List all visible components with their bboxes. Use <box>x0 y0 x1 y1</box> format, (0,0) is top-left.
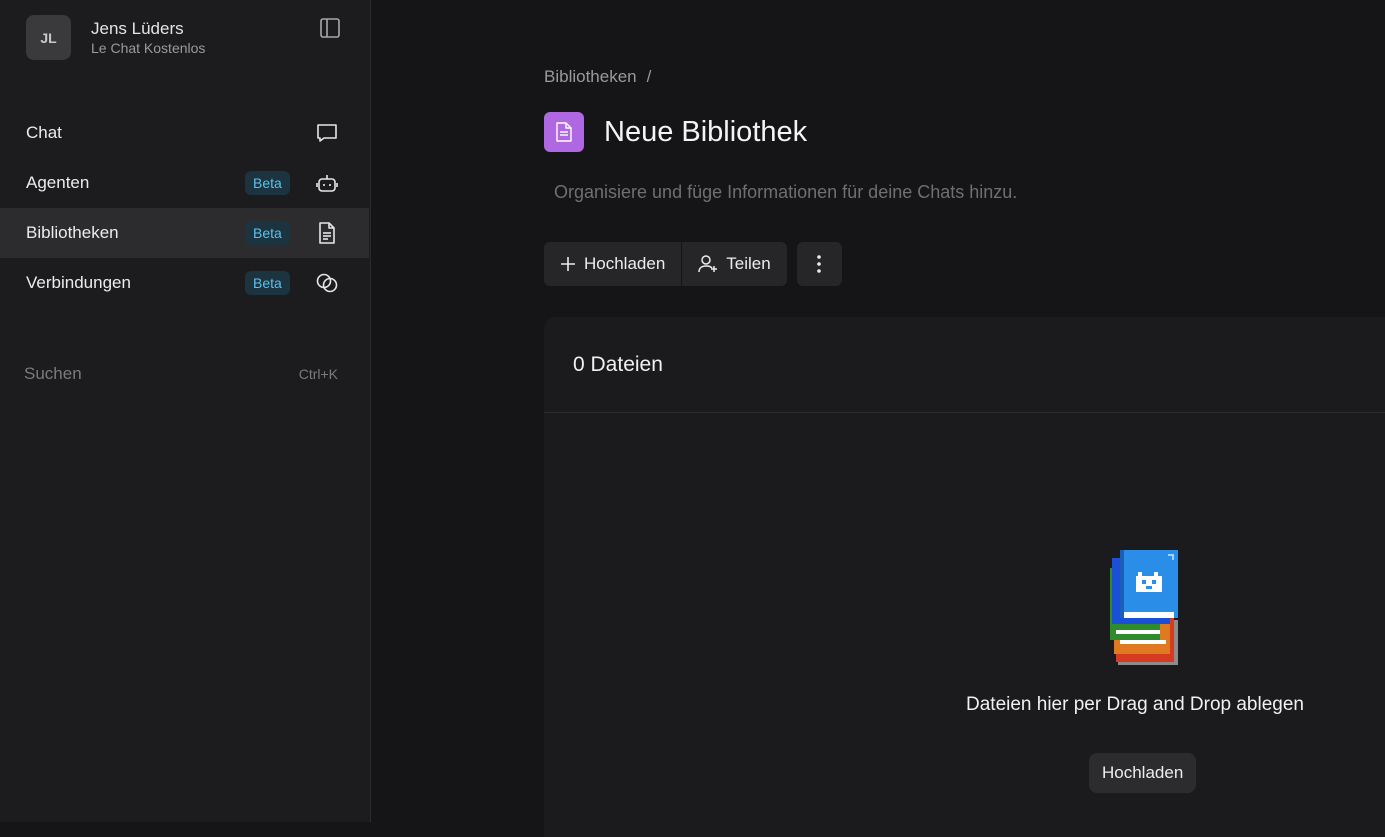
more-vertical-icon <box>817 255 822 273</box>
action-button-group: Hochladen Teilen <box>544 242 787 286</box>
breadcrumb-link[interactable]: Bibliotheken <box>544 67 637 86</box>
avatar[interactable]: JL <box>26 15 71 60</box>
sidebar-item-bibliotheken[interactable]: Bibliotheken Beta <box>0 208 369 258</box>
books-illustration-icon <box>1110 550 1182 670</box>
more-options-button[interactable] <box>796 242 842 286</box>
title-row: Neue Bibliothek <box>544 112 807 152</box>
drop-zone[interactable]: Dateien hier per Drag and Drop ablegen H… <box>544 412 1385 832</box>
sidebar-nav: Chat Agenten Beta Bibliotheken Beta Verb… <box>0 108 369 308</box>
plus-icon <box>561 257 575 271</box>
search-button[interactable]: Suchen Ctrl+K <box>24 362 338 386</box>
page-title[interactable]: Neue Bibliothek <box>604 116 807 149</box>
sidebar-item-label: Chat <box>26 123 62 142</box>
upload-button[interactable]: Hochladen <box>544 242 681 286</box>
search-shortcut: Ctrl+K <box>298 366 338 382</box>
sidebar-item-verbindungen[interactable]: Verbindungen Beta <box>0 258 369 308</box>
user-plan: Le Chat Kostenlos <box>91 39 206 56</box>
user-info: Jens Lüders Le Chat Kostenlos <box>91 19 205 57</box>
add-user-icon <box>698 255 718 273</box>
breadcrumb: Bibliotheken / <box>544 67 651 87</box>
user-name: Jens Lüders <box>91 18 184 38</box>
sidebar-item-agenten[interactable]: Agenten Beta <box>0 158 369 208</box>
sidebar-item-label: Bibliotheken <box>26 223 119 242</box>
share-button-label: Teilen <box>726 254 771 273</box>
sidebar-toggle-icon[interactable] <box>318 16 342 40</box>
upload-button-label: Hochladen <box>584 254 666 273</box>
share-button[interactable]: Teilen <box>681 242 786 286</box>
drop-zone-text: Dateien hier per Drag and Drop ablegen <box>966 694 1304 715</box>
drop-zone-upload-button[interactable]: Hochladen <box>1089 753 1197 793</box>
robot-icon <box>315 171 339 195</box>
page-description[interactable]: Organisiere und füge Informationen für d… <box>554 182 1017 203</box>
files-panel: 0 Dateien Dateien hier per Drag and Drop… <box>544 317 1385 837</box>
chat-bubble-icon <box>315 121 339 145</box>
link-circles-icon <box>315 271 339 295</box>
breadcrumb-separator: / <box>646 67 652 86</box>
user-profile[interactable]: JL Jens Lüders Le Chat Kostenlos <box>26 15 205 60</box>
main-content: Bibliotheken / Neue Bibliothek Organisier… <box>371 0 1385 837</box>
library-document-icon <box>544 112 584 152</box>
sidebar-item-label: Verbindungen <box>26 273 131 292</box>
beta-badge: Beta <box>245 271 290 295</box>
sidebar-item-chat[interactable]: Chat <box>0 108 369 158</box>
beta-badge: Beta <box>245 221 290 245</box>
sidebar-item-label: Agenten <box>26 173 90 192</box>
document-icon <box>315 221 339 245</box>
sidebar: JL Jens Lüders Le Chat Kostenlos Chat Ag… <box>0 0 371 822</box>
files-count: 0 Dateien <box>544 317 1385 413</box>
search-label: Suchen <box>24 364 82 383</box>
toolbar: Hochladen Teilen <box>544 242 842 286</box>
beta-badge: Beta <box>245 171 290 195</box>
